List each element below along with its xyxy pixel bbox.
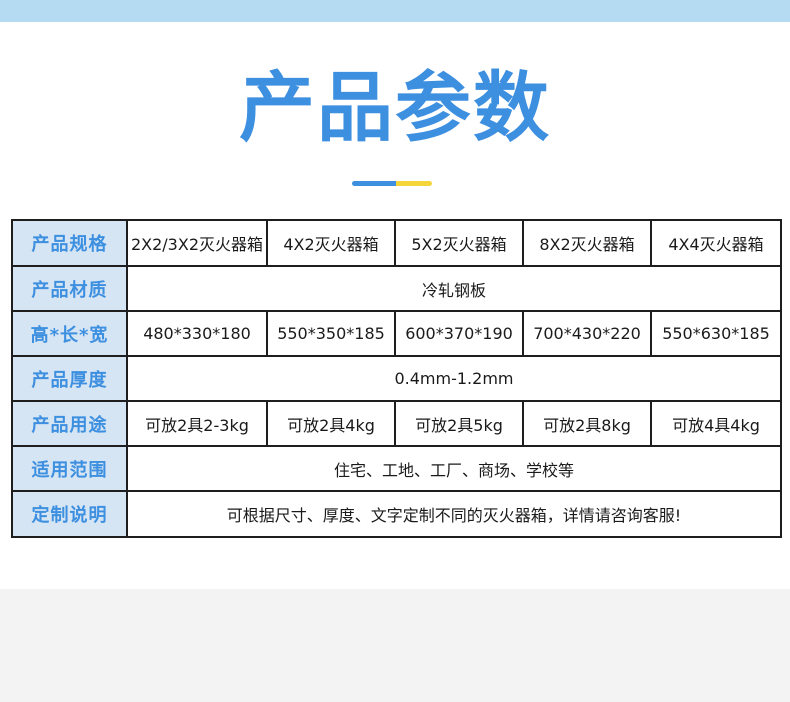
table-cell: 4X4灭火器箱 xyxy=(650,219,782,267)
table-cell: 480*330*180 xyxy=(126,310,268,357)
table-cell: 700*430*220 xyxy=(522,310,652,357)
table-cell: 600*370*190 xyxy=(394,310,524,357)
table-cell: 8X2灭火器箱 xyxy=(522,219,652,267)
table-row: 适用范围 住宅、工地、工厂、商场、学校等 xyxy=(11,445,782,492)
title-underline-yellow xyxy=(396,181,432,186)
page-title: 产品参数 xyxy=(239,63,551,152)
table-row: 产品材质 冷轧钢板 xyxy=(11,265,782,312)
bottom-background-band xyxy=(0,589,790,702)
row-label-scope: 适用范围 xyxy=(11,445,128,492)
table-cell: 可放4具4kg xyxy=(650,400,782,447)
table-row: 产品规格 2X2/3X2灭火器箱 4X2灭火器箱 5X2灭火器箱 8X2灭火器箱… xyxy=(11,219,782,267)
table-cell: 可放2具2-3kg xyxy=(126,400,268,447)
table-cell: 550*350*185 xyxy=(266,310,396,357)
row-label-dimensions: 高*长*宽 xyxy=(11,310,128,357)
row-label-material: 产品材质 xyxy=(11,265,128,312)
table-cell: 5X2灭火器箱 xyxy=(394,219,524,267)
table-row: 产品厚度 0.4mm-1.2mm xyxy=(11,355,782,402)
table-cell-merged: 0.4mm-1.2mm xyxy=(126,355,782,402)
product-spec-table: 产品规格 2X2/3X2灭火器箱 4X2灭火器箱 5X2灭火器箱 8X2灭火器箱… xyxy=(11,219,782,538)
table-cell: 可放2具4kg xyxy=(266,400,396,447)
row-label-spec: 产品规格 xyxy=(11,219,128,267)
table-cell-merged: 可根据尺寸、厚度、文字定制不同的灭火器箱，详情请咨询客服! xyxy=(126,490,782,538)
table-row: 高*长*宽 480*330*180 550*350*185 600*370*19… xyxy=(11,310,782,357)
row-label-thickness: 产品厚度 xyxy=(11,355,128,402)
table-cell: 2X2/3X2灭火器箱 xyxy=(126,219,268,267)
row-label-customization: 定制说明 xyxy=(11,490,128,538)
table-cell: 可放2具8kg xyxy=(522,400,652,447)
row-label-usage: 产品用途 xyxy=(11,400,128,447)
table-row: 定制说明 可根据尺寸、厚度、文字定制不同的灭火器箱，详情请咨询客服! xyxy=(11,490,782,538)
title-underline-blue xyxy=(352,181,396,186)
table-row: 产品用途 可放2具2-3kg 可放2具4kg 可放2具5kg 可放2具8kg 可… xyxy=(11,400,782,447)
table-cell-merged: 住宅、工地、工厂、商场、学校等 xyxy=(126,445,782,492)
table-cell: 550*630*185 xyxy=(650,310,782,357)
table-cell: 4X2灭火器箱 xyxy=(266,219,396,267)
table-cell-merged: 冷轧钢板 xyxy=(126,265,782,312)
top-banner-band xyxy=(0,0,790,22)
table-cell: 可放2具5kg xyxy=(394,400,524,447)
